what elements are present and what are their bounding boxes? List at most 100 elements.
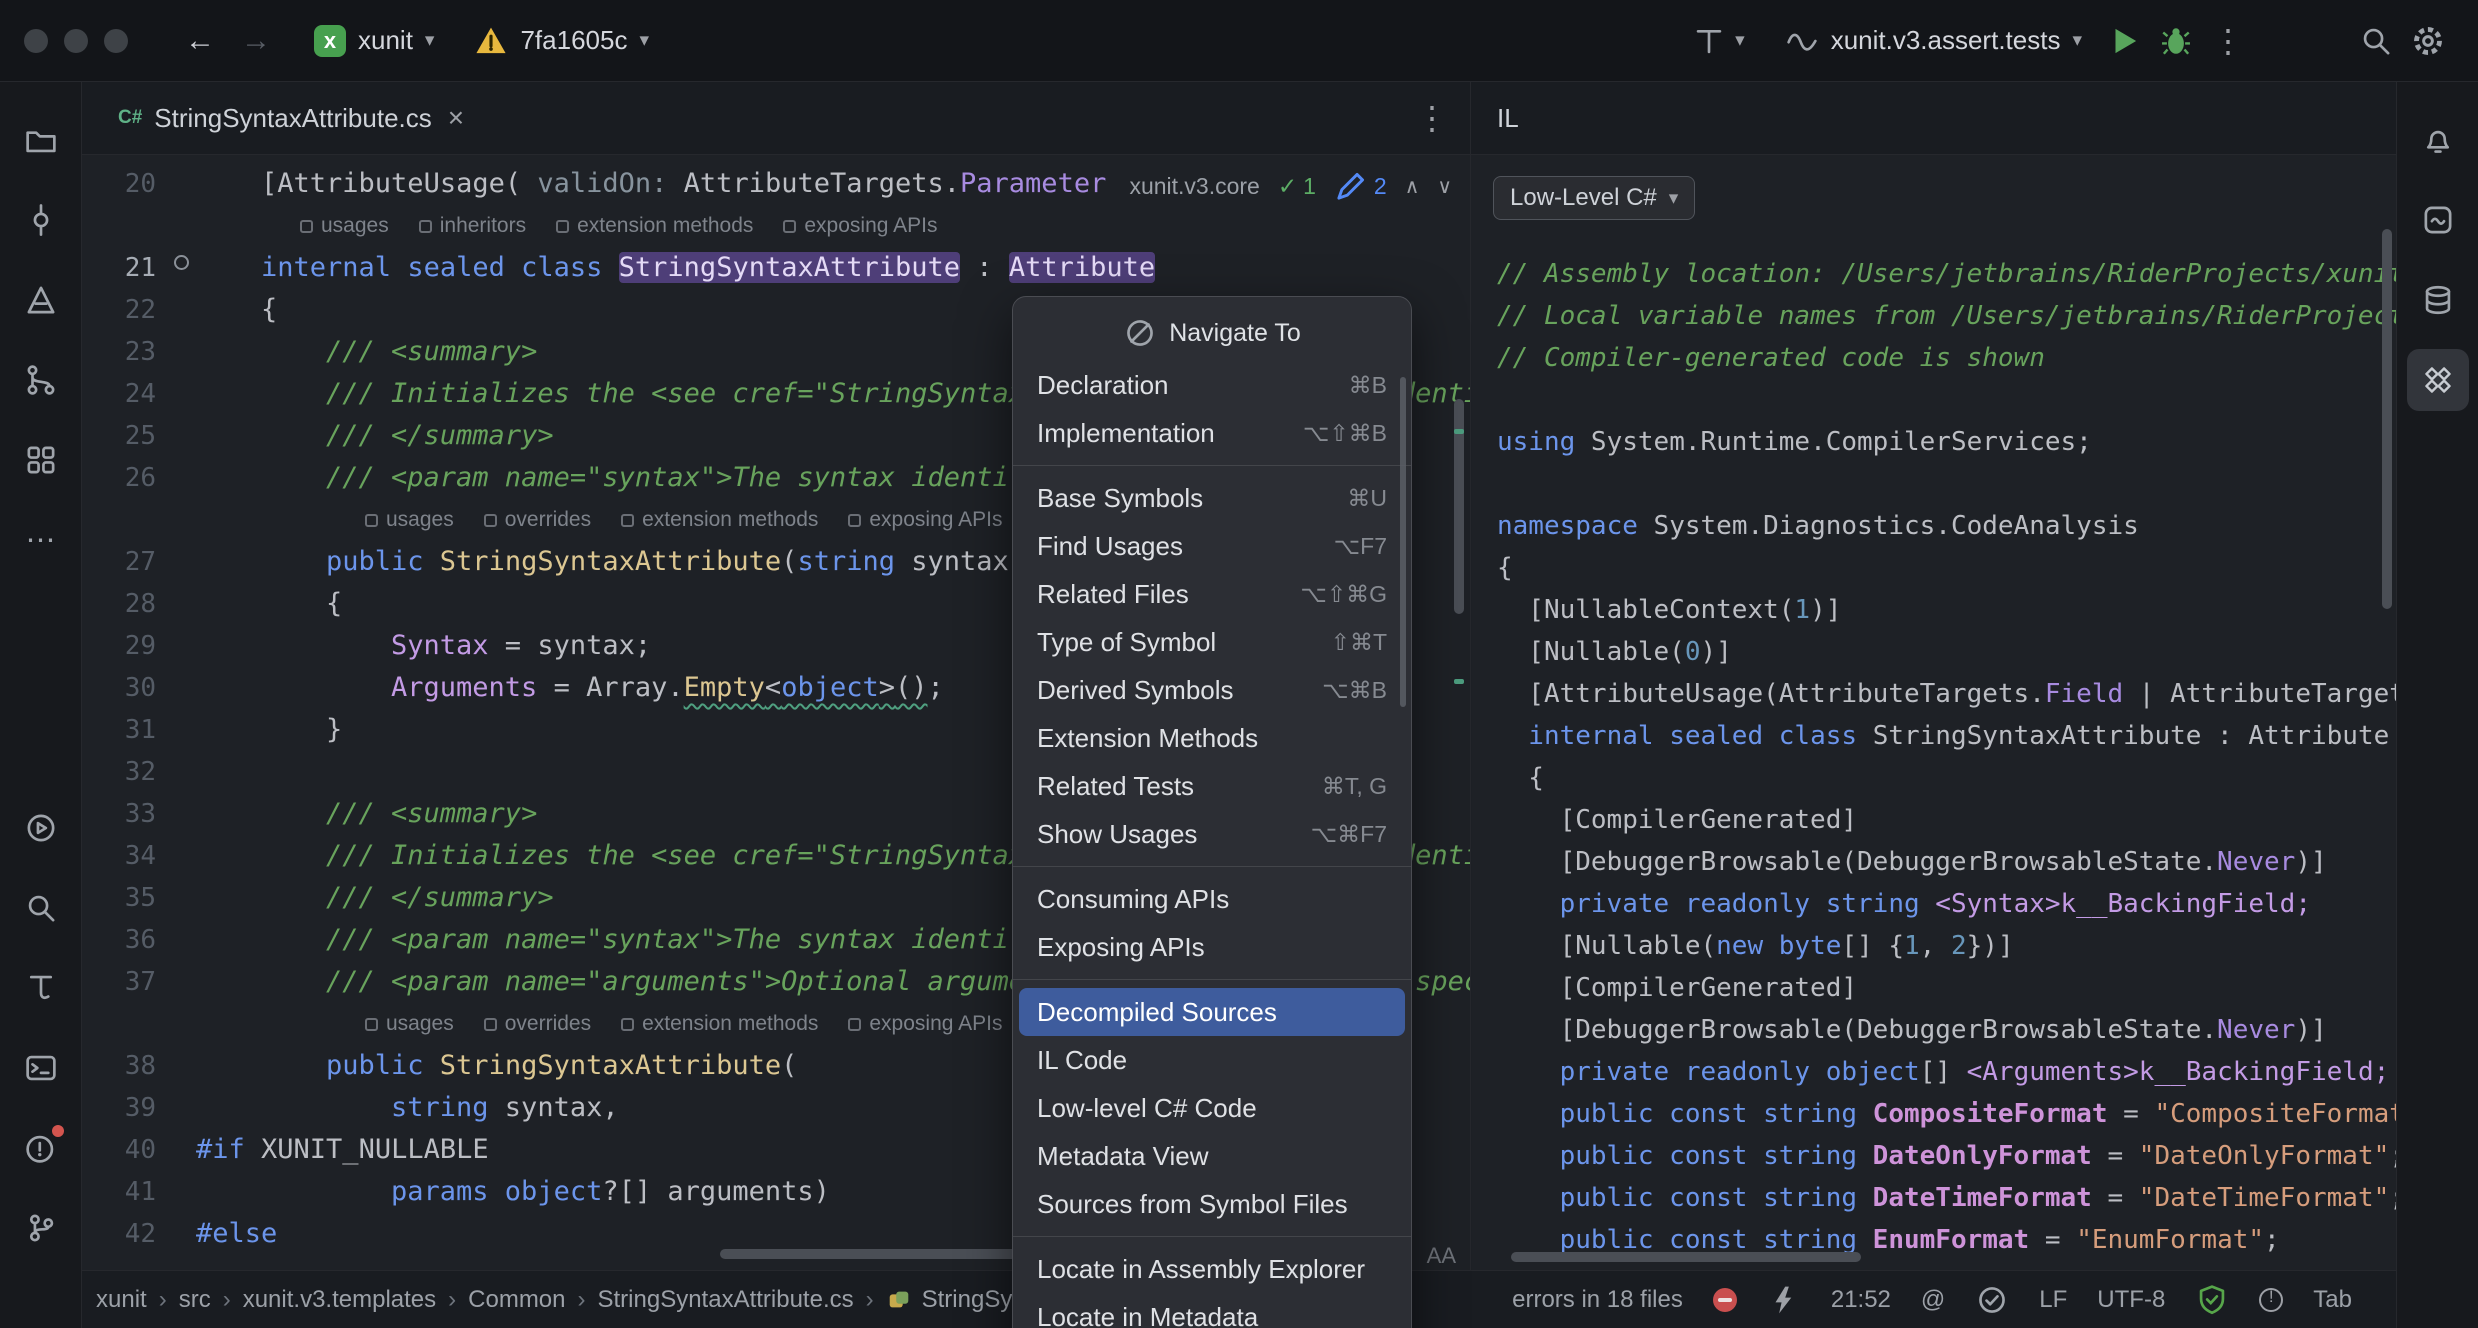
inlay-inheritors[interactable]: inheritors [419, 214, 526, 238]
run-configuration-widget[interactable]: xunit.v3.assert.tests ▾ [1769, 15, 2098, 67]
menu-item-metadata-view[interactable]: Metadata View [1019, 1132, 1405, 1180]
error-stripe-mark[interactable] [1454, 429, 1464, 434]
popup-scrollbar[interactable] [1400, 377, 1406, 707]
tool-button-project-folder[interactable] [10, 109, 72, 171]
encoding-widget[interactable]: UTF-8 [2097, 1286, 2165, 1314]
profiler-button[interactable] [1683, 15, 1735, 67]
tool-button-problems[interactable] [10, 1117, 72, 1179]
more-actions-button[interactable]: ⋮ [2202, 15, 2254, 67]
run-button[interactable] [2098, 15, 2150, 67]
line-number[interactable]: 31 [82, 709, 156, 751]
line-number[interactable]: 29 [82, 625, 156, 667]
line-ending-widget[interactable]: LF [2039, 1286, 2067, 1314]
inlay-extension-methods[interactable]: extension methods [621, 508, 818, 532]
tool-button-il-viewer[interactable] [2407, 349, 2469, 411]
close-tab-icon[interactable]: × [448, 102, 464, 134]
aa-indicator[interactable]: AA [1427, 1243, 1456, 1269]
line-number[interactable]: 33 [82, 793, 156, 835]
next-problem-button[interactable]: ∨ [1437, 174, 1452, 199]
error-summary[interactable]: errors in 18 files [1512, 1286, 1683, 1314]
menu-item-decompiled-sources[interactable]: Decompiled Sources [1019, 988, 1405, 1036]
analysis-error-icon[interactable] [1713, 1288, 1737, 1312]
inlay-overrides[interactable]: overrides [484, 508, 591, 532]
tool-button-more-tools[interactable]: ⋯ [10, 509, 72, 571]
back-button[interactable]: ← [172, 24, 228, 58]
tool-button-terminal[interactable] [10, 1037, 72, 1099]
menu-item-low-level-c-code[interactable]: Low-level C# Code [1019, 1084, 1405, 1132]
il-vertical-scrollbar[interactable] [2382, 229, 2392, 609]
menu-item-consuming-apis[interactable]: Consuming APIs [1019, 875, 1405, 923]
breadcrumb-item[interactable]: StringSyntaxAttribute.cs [598, 1286, 854, 1314]
line-number[interactable]: 39 [82, 1087, 156, 1129]
menu-item-related-tests[interactable]: Related Tests⌘T, G [1019, 762, 1405, 810]
menu-item-type-of-symbol[interactable]: Type of Symbol⇧⌘T [1019, 618, 1405, 666]
search-everywhere-button[interactable] [2350, 15, 2402, 67]
line-number[interactable]: 27 [82, 541, 156, 583]
menu-item-declaration[interactable]: Declaration⌘B [1019, 361, 1405, 409]
menu-item-extension-methods[interactable]: Extension Methods [1019, 714, 1405, 762]
at-sign-widget[interactable]: @ [1921, 1286, 1945, 1314]
inlay-usages[interactable]: usages [365, 508, 454, 532]
line-number[interactable]: 20 [82, 163, 156, 205]
il-mode-dropdown[interactable]: Low-Level C# ▾ [1493, 176, 1695, 220]
debug-button[interactable] [2150, 15, 2202, 67]
inlay-extension-methods[interactable]: extension methods [556, 214, 753, 238]
line-number[interactable]: 32 [82, 751, 156, 793]
check-circle-icon[interactable] [1975, 1283, 2009, 1317]
breadcrumb-item[interactable]: src [179, 1286, 211, 1314]
il-horizontal-scrollbar[interactable] [1511, 1252, 1861, 1262]
line-number[interactable]: 41 [82, 1171, 156, 1213]
line-number[interactable]: 30 [82, 667, 156, 709]
tool-button-search-everywhere[interactable] [10, 877, 72, 939]
line-number[interactable]: 28 [82, 583, 156, 625]
vcs-branch-widget[interactable]: 7fa1605c ▾ [458, 15, 665, 67]
line-number[interactable]: 37 [82, 961, 156, 1003]
tool-button-database[interactable] [2407, 269, 2469, 331]
tab-stringsyntaxattribute[interactable]: C# StringSyntaxAttribute.cs × [100, 82, 482, 154]
line-number[interactable]: 34 [82, 835, 156, 877]
close-window-button[interactable] [24, 29, 48, 53]
tool-button-ai-assistant[interactable] [2407, 189, 2469, 251]
menu-item-implementation[interactable]: Implementation⌥⇧⌘B [1019, 409, 1405, 457]
tool-button-run[interactable] [10, 797, 72, 859]
settings-button[interactable] [2402, 15, 2454, 67]
breadcrumb-item[interactable]: xunit [96, 1286, 147, 1314]
line-number[interactable]: 42 [82, 1213, 156, 1255]
tool-button-commit[interactable] [10, 189, 72, 251]
tool-button-notifications[interactable] [2407, 109, 2469, 171]
menu-item-show-usages[interactable]: Show Usages⌥⌘F7 [1019, 810, 1405, 858]
tool-button-pull-requests[interactable] [10, 349, 72, 411]
tool-button-inspections[interactable] [10, 269, 72, 331]
inlay-exposing-APIs[interactable]: exposing APIs [783, 214, 937, 238]
line-number[interactable]: 35 [82, 877, 156, 919]
menu-item-find-usages[interactable]: Find Usages⌥F7 [1019, 522, 1405, 570]
line-number[interactable]: 26 [82, 457, 156, 499]
line-number[interactable]: 22 [82, 289, 156, 331]
line-number[interactable]: 25 [82, 415, 156, 457]
lightning-icon[interactable] [1767, 1283, 1801, 1317]
code-vision-inlay[interactable]: usages inheritors extension methods exposin… [82, 205, 1470, 247]
line-number[interactable]: 38 [82, 1045, 156, 1087]
chevron-down-icon[interactable]: ▾ [1735, 29, 1745, 52]
inlay-extension-methods[interactable]: extension methods [621, 1012, 818, 1036]
security-shield-icon[interactable] [2195, 1283, 2229, 1317]
tab-options-button[interactable]: ⋮ [1416, 99, 1448, 137]
inlay-usages[interactable]: usages [300, 214, 389, 238]
line-number[interactable]: 23 [82, 331, 156, 373]
menu-item-sources-from-symbol-files[interactable]: Sources from Symbol Files [1019, 1180, 1405, 1228]
tool-button-version-control[interactable] [10, 1197, 72, 1259]
inlay-usages[interactable]: usages [365, 1012, 454, 1036]
tool-button-unit-tests[interactable] [10, 957, 72, 1019]
project-widget[interactable]: x xunit ▾ [298, 15, 450, 67]
zoom-window-button[interactable] [104, 29, 128, 53]
minimize-window-button[interactable] [64, 29, 88, 53]
gutter-mark-icon[interactable] [174, 255, 189, 270]
no-errors-indicator[interactable]: ✓ 1 [1278, 173, 1316, 200]
menu-item-derived-symbols[interactable]: Derived Symbols⌥⌘B [1019, 666, 1405, 714]
menu-item-base-symbols[interactable]: Base Symbols⌘U [1019, 474, 1405, 522]
suggestions-indicator[interactable]: 2 [1334, 169, 1387, 203]
caret-position-widget[interactable]: 21:52 [1831, 1286, 1891, 1314]
previous-problem-button[interactable]: ∧ [1405, 174, 1420, 199]
menu-item-related-files[interactable]: Related Files⌥⇧⌘G [1019, 570, 1405, 618]
menu-item-il-code[interactable]: IL Code [1019, 1036, 1405, 1084]
